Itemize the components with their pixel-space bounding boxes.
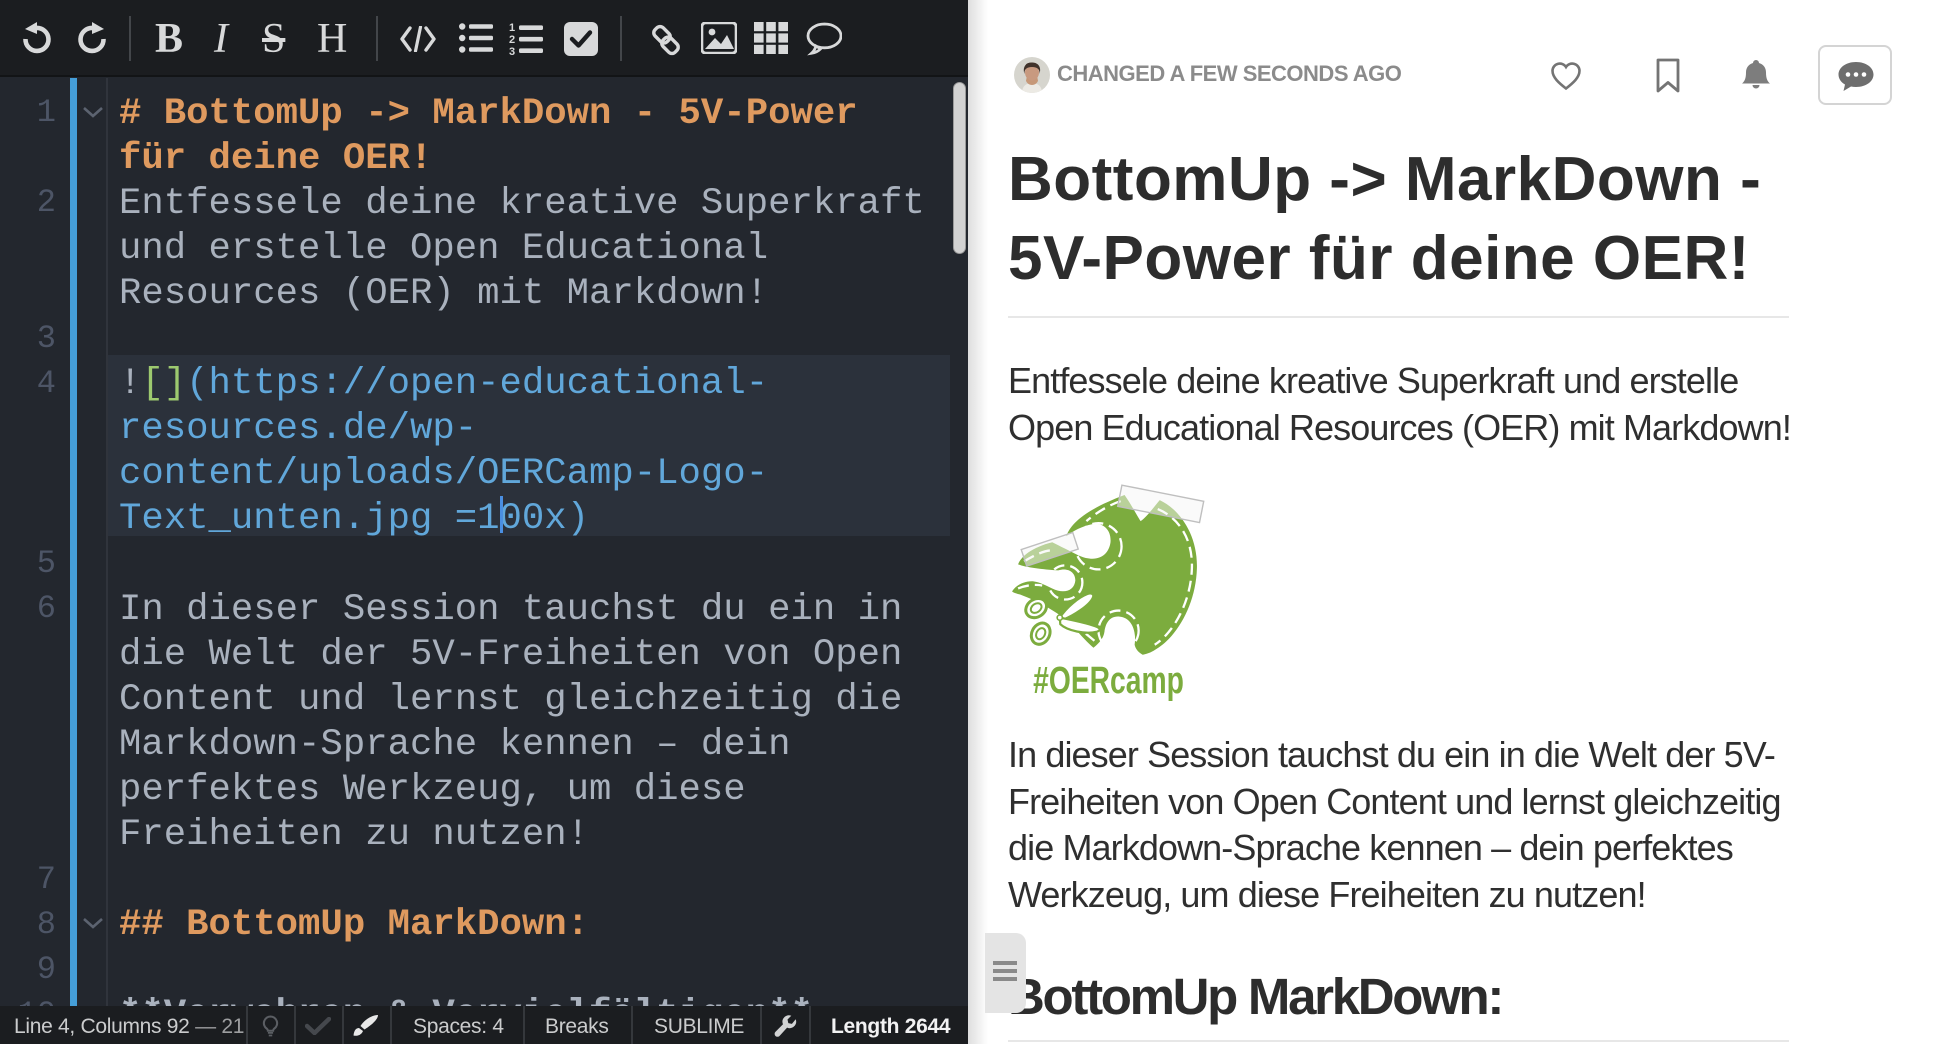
svg-text:1: 1 xyxy=(509,22,515,34)
svg-text:3: 3 xyxy=(509,46,515,56)
svg-text:2: 2 xyxy=(509,34,515,46)
svg-text:#OERcamp: #OERcamp xyxy=(1033,659,1184,702)
